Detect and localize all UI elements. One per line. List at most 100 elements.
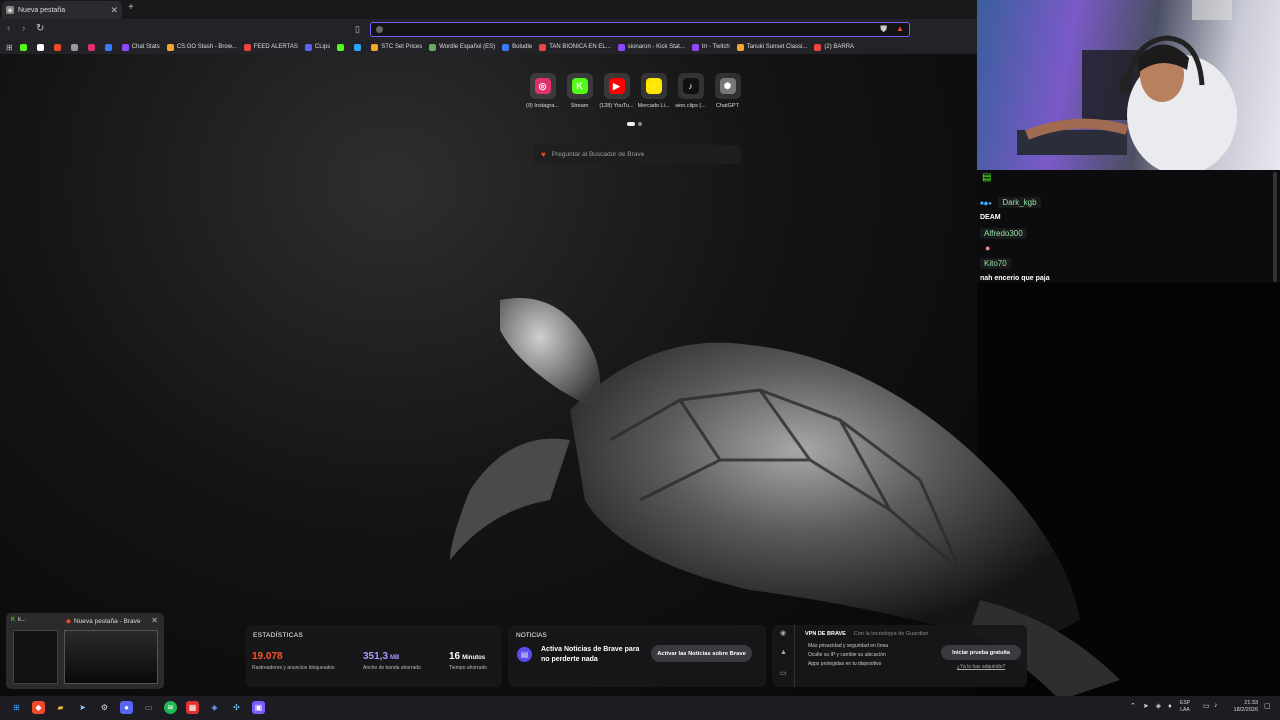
settings-icon[interactable]: ⚙ xyxy=(98,701,111,714)
bookmark-favicon-icon xyxy=(814,43,822,51)
start-icon[interactable]: ⊞ xyxy=(10,701,23,714)
back-icon[interactable]: ‹ xyxy=(7,23,10,34)
tray-mic-icon[interactable]: ♦ xyxy=(1168,703,1172,710)
bookmark-label: sionaron - Kick Stat... xyxy=(627,44,685,50)
tray-app-icon[interactable]: ➤ xyxy=(1143,702,1149,710)
bookmark-favicon-icon xyxy=(87,43,95,51)
site-info-icon[interactable] xyxy=(376,26,383,33)
bookmark-item[interactable] xyxy=(337,43,347,51)
clock-date: 18/2/2026 xyxy=(1233,707,1258,713)
notifications-icon[interactable]: ▢ xyxy=(1264,702,1271,710)
vpn-title-row: VPN DE BRAVE Con la tecnología de Guardi… xyxy=(805,631,928,637)
brave-taskbar-icon[interactable]: ◆ xyxy=(32,701,45,714)
top-site-label: ChatGPT xyxy=(716,103,739,109)
top-site-tile[interactable]: ▶ xyxy=(603,73,630,99)
bookmark-item[interactable] xyxy=(87,43,98,51)
tab-new-tab[interactable]: ◆ Nueva pestaña ✕ xyxy=(2,1,122,19)
bookmark-item[interactable]: CLips xyxy=(304,43,330,51)
search-box[interactable]: ♥ Preguntar al Buscador de Brave xyxy=(533,145,741,164)
spotify-icon[interactable]: ≋ xyxy=(164,701,177,714)
obs-icon[interactable]: ▣ xyxy=(252,701,265,714)
chat-message: Alfredo300 ● xyxy=(980,223,1027,253)
bookmark-item[interactable]: TAN BIONICA EN EL... xyxy=(539,43,611,51)
brave-rewards-icon[interactable]: ▲ xyxy=(896,24,904,33)
bookmark-icon[interactable]: ▯ xyxy=(355,24,360,35)
brave-search-icon: ♥ xyxy=(541,150,546,159)
clock[interactable]: 21:33 18/2/2026 xyxy=(1228,700,1258,714)
rewards-widget-icon[interactable]: ▲ xyxy=(780,649,787,656)
preview-thumbnail-1[interactable] xyxy=(13,630,58,684)
bookmark-item[interactable] xyxy=(36,43,47,51)
top-site-tile[interactable]: ✺ xyxy=(714,73,741,99)
top-site-tile[interactable]: K xyxy=(566,73,593,99)
vpn-widget-icon[interactable]: ◉ xyxy=(780,629,786,637)
calendar-icon[interactable]: ▦ xyxy=(186,701,199,714)
bookmark-item[interactable]: Tanuki Sunset Classi... xyxy=(736,43,807,51)
news-icon: ▤ xyxy=(517,647,532,662)
bookmark-item[interactable]: CS:GO Stash - Brow... xyxy=(166,43,237,51)
vpn-feature: Más privacidad y seguridad en línea xyxy=(808,643,889,649)
top-site[interactable]: K Stream xyxy=(564,73,595,118)
apps-icon[interactable]: ⊞ xyxy=(6,43,13,52)
brave-tab-icon: ◆ xyxy=(6,6,14,14)
top-site-tile[interactable]: ◎ xyxy=(529,73,556,99)
explorer-icon[interactable]: ▰ xyxy=(54,701,67,714)
brave-shields-icon[interactable]: ⛊ xyxy=(880,24,887,35)
bookmark-item[interactable]: FEED ALERTAS xyxy=(243,43,298,51)
taskbar-preview[interactable]: Kk... ◆ Nueva pestaña - Brave ✕ xyxy=(6,613,164,689)
top-site-tile[interactable]: ♪ xyxy=(677,73,704,99)
news-card: NOTICIAS ▤ Activa Noticias de Brave para… xyxy=(508,625,766,687)
preview-thumbnail-2[interactable] xyxy=(64,630,158,684)
bookmark-item[interactable]: sionaron - Kick Stat... xyxy=(617,43,685,51)
bookmark-item[interactable] xyxy=(354,43,364,51)
close-preview-icon[interactable]: ✕ xyxy=(151,616,158,625)
bookmark-item[interactable] xyxy=(70,43,81,51)
close-tab-icon[interactable]: ✕ xyxy=(110,5,118,16)
new-tab-button[interactable]: + xyxy=(128,2,134,13)
top-site-tile[interactable]: ◌ xyxy=(640,73,667,99)
system-tray: ⌃ ➤ ◈ ♦ xyxy=(1130,702,1172,711)
bookmark-label: STC Set Prices xyxy=(381,44,423,50)
talk-widget-icon[interactable]: ▭ xyxy=(780,669,787,677)
top-site[interactable]: ◌ Mercado Li... xyxy=(638,73,669,118)
discord-icon[interactable]: ● xyxy=(120,701,133,714)
bookmark-item[interactable]: Boludle xyxy=(502,43,532,51)
bookmark-item[interactable]: Chat Stats xyxy=(121,43,160,51)
language-indicator[interactable]: ESP LAA xyxy=(1180,700,1190,714)
steam-icon[interactable]: ➤ xyxy=(76,701,89,714)
vscode-icon[interactable]: ◈ xyxy=(208,701,221,714)
already-purchased-link[interactable]: ¿Ya lo has adquirido? xyxy=(957,664,1005,670)
top-sites-pager[interactable] xyxy=(627,122,642,126)
bandwidth-label: Ancho de banda ahorrado xyxy=(363,665,421,671)
bookmark-item[interactable]: trr - Twitch xyxy=(691,43,730,51)
app-icon[interactable]: ▭ xyxy=(142,701,155,714)
top-site-label: Stream xyxy=(570,103,589,109)
forward-icon[interactable]: › xyxy=(22,23,25,34)
bookmark-item[interactable] xyxy=(19,43,30,51)
network-app-icon[interactable]: ✣ xyxy=(230,701,243,714)
top-site[interactable]: ✺ ChatGPT xyxy=(712,73,743,118)
address-bar[interactable]: ⛊ ▲ xyxy=(370,22,910,37)
tray-chevron-icon[interactable]: ⌃ xyxy=(1130,702,1136,710)
kick-chat-icon: ▤ xyxy=(982,172,992,183)
top-site[interactable]: ▶ (128) YouTu... xyxy=(599,73,634,118)
stats-title: ESTADÍSTICAS xyxy=(253,632,304,639)
bandwidth-unit: MB xyxy=(390,655,400,661)
enable-news-button[interactable]: Activar las Noticias sobre Brave xyxy=(651,645,752,662)
bookmark-item[interactable] xyxy=(104,43,115,51)
chat-scrollbar[interactable] xyxy=(1273,172,1277,282)
bookmark-item[interactable] xyxy=(53,43,64,51)
bookmark-item[interactable]: Wordle Español (ES) xyxy=(429,43,495,51)
reload-icon[interactable]: ↻ xyxy=(36,23,44,34)
network-icon[interactable]: ▭ xyxy=(1203,702,1210,710)
preview-first-label: k... xyxy=(18,617,27,623)
volume-icon[interactable]: ♪ xyxy=(1214,702,1218,709)
top-site[interactable]: ◎ (9) Instagra... xyxy=(526,73,559,118)
top-site[interactable]: ♪ sion.clips (... xyxy=(675,73,706,118)
bookmark-item[interactable]: (2) BARRA xyxy=(814,43,854,51)
badge-icon: ■◆● xyxy=(980,201,992,207)
start-trial-button[interactable]: Iniciar prueba gratuita xyxy=(941,645,1021,660)
bookmark-item[interactable]: STC Set Prices xyxy=(371,43,423,51)
bookmark-favicon-icon xyxy=(121,43,129,51)
tray-shield-icon[interactable]: ◈ xyxy=(1156,702,1161,710)
